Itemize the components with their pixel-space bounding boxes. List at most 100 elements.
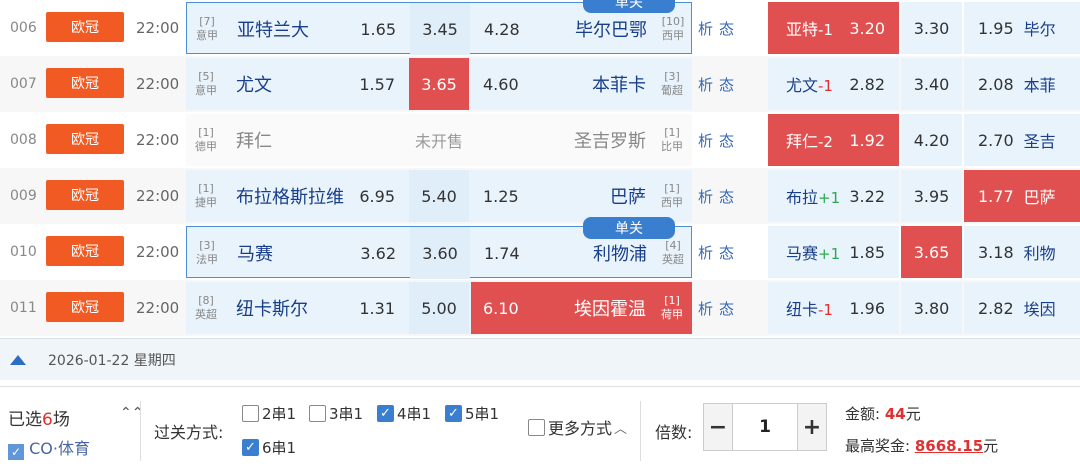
increase-button[interactable]: + <box>798 404 826 450</box>
away-win-option[interactable]: 4.60 本菲卡 [3] 葡超 <box>471 58 692 110</box>
win-draw-lose-panel: [1] 捷甲 布拉格斯拉维 6.95 5.40 1.25 巴萨 [1] 西甲 <box>186 170 692 222</box>
trend-link[interactable]: 态 <box>719 186 734 207</box>
draw-option[interactable]: 5.40 <box>409 170 469 222</box>
handicap-team: 亚特-1 <box>786 20 833 39</box>
trend-link[interactable]: 态 <box>719 298 734 319</box>
handicap-draw-option[interactable]: 4.20 <box>901 114 962 166</box>
draw-odd: 5.00 <box>421 298 457 318</box>
match-time: 22:00 <box>136 75 180 93</box>
date-group-header[interactable]: 2026-01-22 星期四 <box>0 338 1080 380</box>
analysis-link[interactable]: 析 <box>698 18 713 39</box>
league-badge[interactable]: 欧冠 <box>46 236 124 266</box>
handicap-home-option[interactable]: 布拉+1 3.22 <box>768 170 899 222</box>
handicap-home-odd: 1.92 <box>849 130 885 150</box>
handicap-home-odd: 2.82 <box>849 74 885 94</box>
handicap-home-option[interactable]: 亚特-1 3.20 <box>768 2 899 54</box>
bet-amount: 金额: 44元 <box>845 405 921 423</box>
collapse-triangle-icon[interactable] <box>10 354 26 365</box>
league-badge[interactable]: 欧冠 <box>46 12 124 42</box>
league-badge[interactable]: 欧冠 <box>46 292 124 322</box>
home-odd: 1.57 <box>359 74 395 94</box>
home-rank: [1] 德甲 <box>195 126 217 153</box>
analysis-links: 析 态 <box>698 224 758 280</box>
away-team-name: 埃因霍温 <box>574 299 646 320</box>
handicap-home-option[interactable]: 马赛+1 1.85 <box>768 226 899 278</box>
home-win-option[interactable]: [7] 意甲 亚特兰大 1.65 <box>187 3 408 55</box>
handicap-away-team: 本菲 <box>1023 76 1056 95</box>
parlay-option-4x1[interactable]: ✓ 4串1 <box>377 403 431 424</box>
home-rank: [8] 英超 <box>195 294 217 321</box>
home-win-option[interactable]: [3] 法甲 马赛 3.62 <box>187 227 408 279</box>
match-number: 007 <box>10 76 37 92</box>
draw-option[interactable]: 5.00 <box>409 282 469 334</box>
multiplier-label: 倍数: <box>655 423 693 442</box>
handicap-home-odd: 1.96 <box>849 298 885 318</box>
analysis-link[interactable]: 析 <box>698 74 713 95</box>
checkbox-icon <box>242 405 259 422</box>
handicap-away-option[interactable]: 2.70 圣吉 <box>964 114 1080 166</box>
handicap-away-option[interactable]: 1.77 巴萨 <box>964 170 1080 222</box>
parlay-option-2x1[interactable]: 2串1 <box>242 403 296 424</box>
analysis-link[interactable]: 析 <box>698 186 713 207</box>
more-parlay-options[interactable]: 更多方式 ︿ <box>528 415 627 439</box>
away-win-option[interactable]: 6.10 埃因霍温 [1] 荷甲 <box>471 282 692 334</box>
handicap-home-option[interactable]: 纽卡-1 1.96 <box>768 282 899 334</box>
home-rank: [1] 捷甲 <box>195 182 217 209</box>
trend-link[interactable]: 态 <box>719 74 734 95</box>
handicap-draw-option[interactable]: 3.40 <box>901 58 962 110</box>
draw-odd: 3.65 <box>421 74 457 94</box>
away-team-name: 利物浦 <box>593 244 647 265</box>
decrease-button[interactable]: − <box>704 404 732 450</box>
analysis-link[interactable]: 析 <box>698 242 713 263</box>
divider <box>140 401 141 461</box>
home-win-option[interactable]: [8] 英超 纽卡斯尔 1.31 <box>186 282 407 334</box>
handicap-away-odd: 1.95 <box>978 18 1014 38</box>
handicap-home-odd: 1.85 <box>849 242 885 262</box>
draw-odd: 5.40 <box>421 186 457 206</box>
home-rank: [7] 意甲 <box>196 15 218 42</box>
handicap-home-odd: 3.20 <box>849 18 885 38</box>
handicap-draw-option[interactable]: 3.30 <box>901 2 962 54</box>
checkbox-checked-icon: ✓ <box>445 405 462 422</box>
analysis-link[interactable]: 析 <box>698 298 713 319</box>
away-rank: [10] 西甲 <box>661 15 685 42</box>
parlay-option-3x1[interactable]: 3串1 <box>309 403 363 424</box>
handicap-draw-option[interactable]: 3.65 <box>901 226 962 278</box>
league-badge[interactable]: 欧冠 <box>46 124 124 154</box>
home-odd: 1.65 <box>360 19 396 39</box>
handicap-away-option[interactable]: 2.08 本菲 <box>964 58 1080 110</box>
league-badge[interactable]: 欧冠 <box>46 180 124 210</box>
handicap-draw-option[interactable]: 3.95 <box>901 170 962 222</box>
handicap-away-option[interactable]: 3.18 利物 <box>964 226 1080 278</box>
handicap-away-odd: 2.82 <box>978 298 1014 318</box>
home-win-option[interactable]: [1] 捷甲 布拉格斯拉维 6.95 <box>186 170 407 222</box>
home-win-option[interactable]: [5] 意甲 尤文 1.57 <box>186 58 407 110</box>
parlay-option-6x1[interactable]: ✓ 6串1 <box>242 437 296 458</box>
handicap-home-option[interactable]: 尤文-1 2.82 <box>768 58 899 110</box>
handicap-away-option[interactable]: 1.95 毕尔 <box>964 2 1080 54</box>
league-badge[interactable]: 欧冠 <box>46 68 124 98</box>
selected-count: 已选6场 <box>8 410 70 430</box>
away-win-option[interactable]: 1.25 巴萨 [1] 西甲 <box>471 170 692 222</box>
home-team-name: 纽卡斯尔 <box>236 299 308 320</box>
multiplier-input[interactable]: 1 <box>732 404 798 450</box>
trend-link[interactable]: 态 <box>719 18 734 39</box>
trend-link[interactable]: 态 <box>719 242 734 263</box>
draw-option[interactable]: 3.60 <box>410 227 470 279</box>
draw-option[interactable]: 3.45 <box>410 3 470 55</box>
trend-link[interactable]: 态 <box>719 130 734 151</box>
win-draw-lose-panel: [1] 德甲 拜仁 未开售 圣吉罗斯 [1] 比甲 <box>186 114 692 166</box>
handicap-home-option[interactable]: 拜仁-2 1.92 <box>768 114 899 166</box>
home-odd: 1.31 <box>359 298 395 318</box>
match-number: 006 <box>10 20 37 36</box>
match-row: 008 欧冠 22:00 [1] 德甲 拜仁 未开售 圣吉罗斯 [1] 比甲 析 态… <box>0 112 1080 168</box>
handicap-draw-odd: 3.40 <box>913 74 950 94</box>
handicap-draw-option[interactable]: 3.80 <box>901 282 962 334</box>
handicap-away-team: 利物 <box>1023 244 1056 263</box>
handicap-away-odd: 2.08 <box>978 74 1014 94</box>
handicap-away-option[interactable]: 2.82 埃因 <box>964 282 1080 334</box>
draw-option[interactable]: 3.65 <box>409 58 469 110</box>
analysis-link[interactable]: 析 <box>698 130 713 151</box>
home-rank: [3] 法甲 <box>196 239 218 266</box>
parlay-option-5x1[interactable]: ✓ 5串1 <box>445 403 499 424</box>
